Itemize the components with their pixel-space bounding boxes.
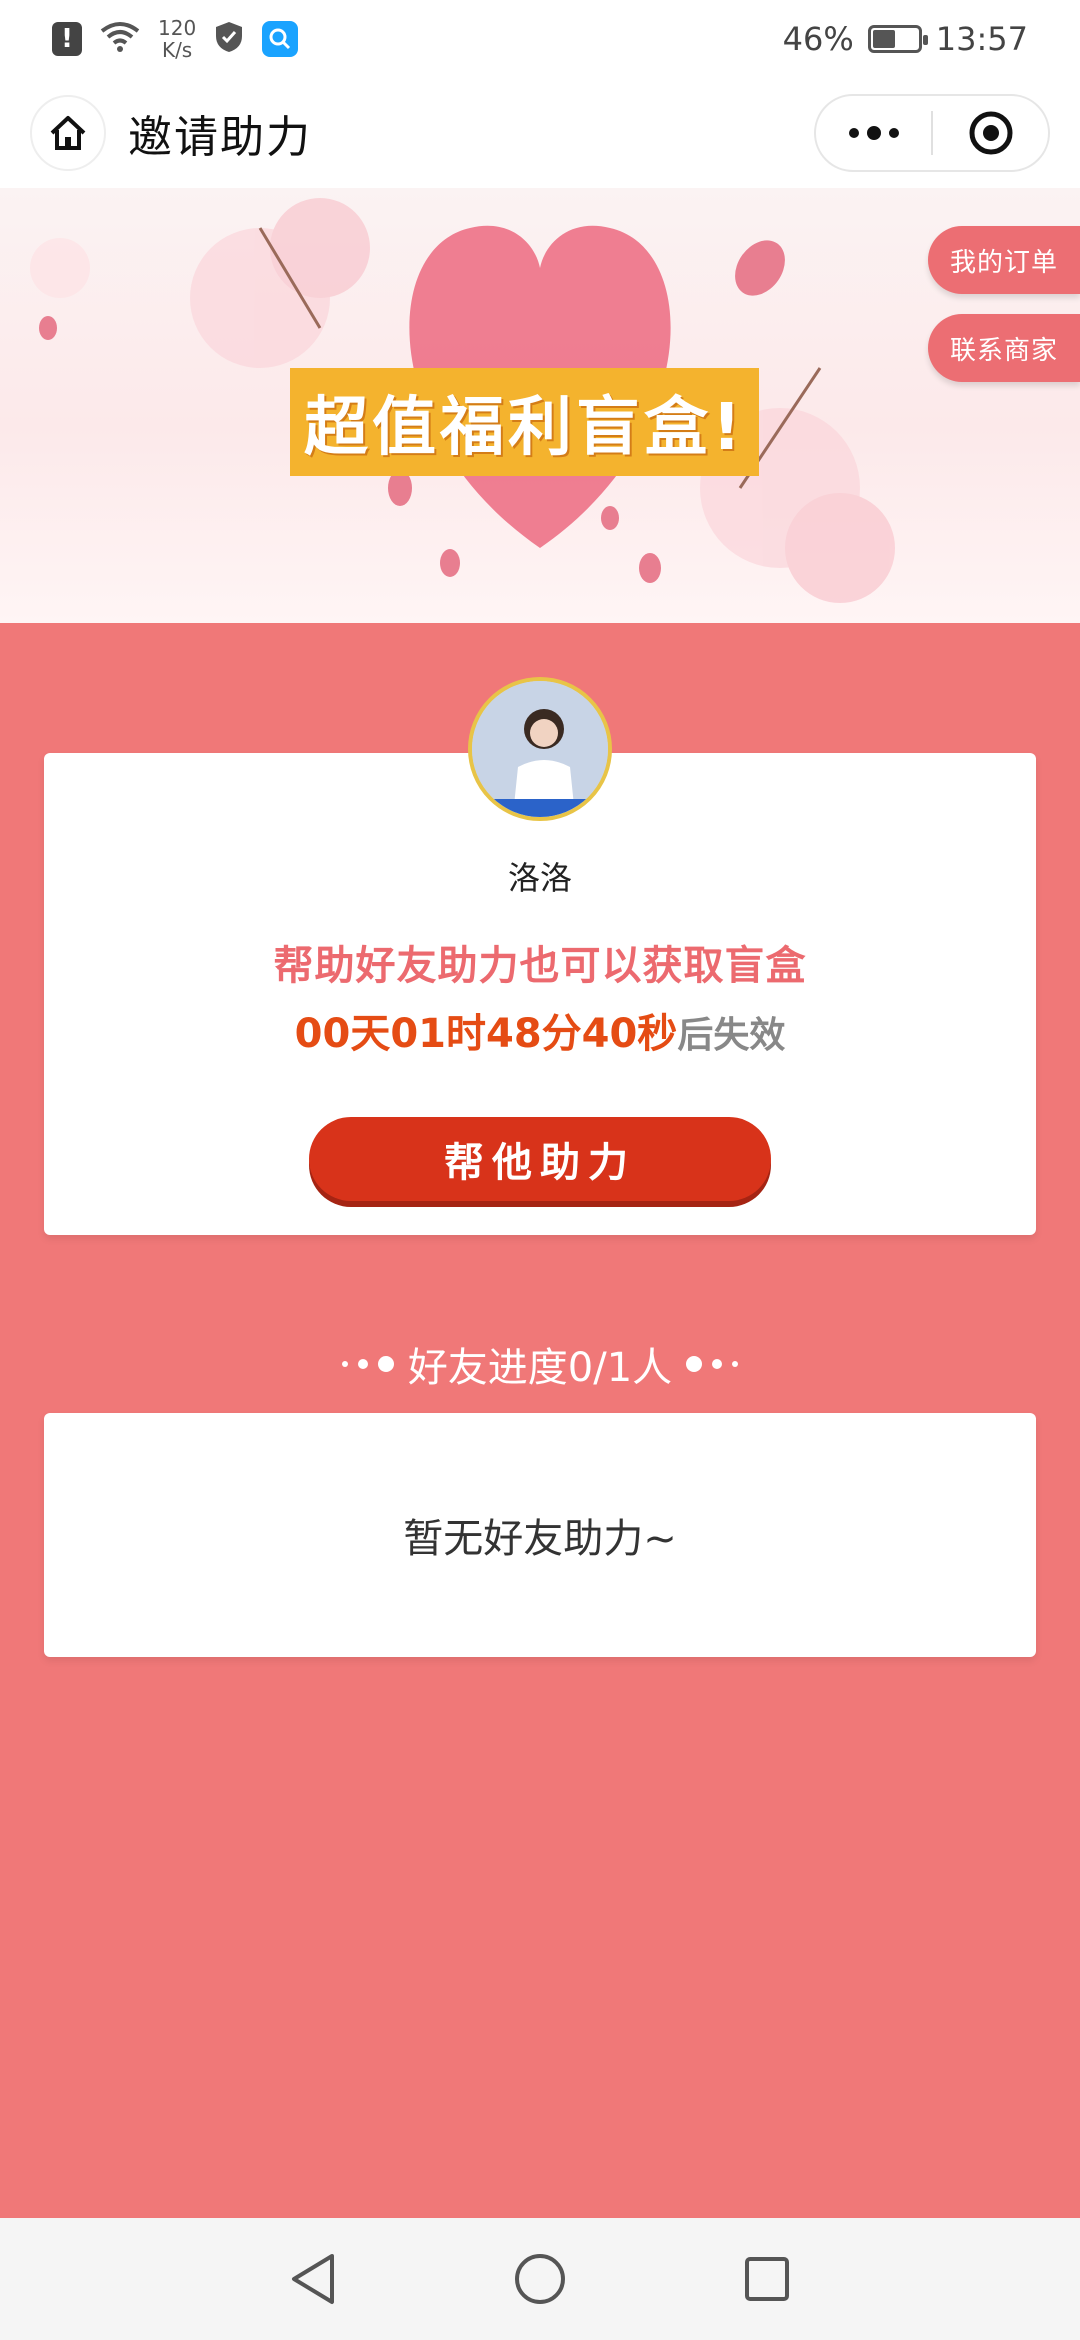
mini-program-capsule bbox=[814, 94, 1050, 172]
search-app-icon bbox=[262, 21, 299, 57]
countdown-timer: 00天01时48分40秒后失效 bbox=[44, 1001, 1036, 1059]
nav-bar: 邀请助力 bbox=[0, 78, 1080, 188]
status-bar: ! 120 K/s 46% 13:57 bbox=[0, 0, 1080, 78]
alert-icon: ! bbox=[52, 22, 82, 56]
recents-square-icon bbox=[744, 2257, 789, 2301]
help-button[interactable]: 帮他助力 bbox=[309, 1117, 771, 1201]
friend-progress-title: 好友进度0/1人 bbox=[407, 1345, 673, 1391]
close-button[interactable] bbox=[933, 96, 1048, 170]
home-nav-button[interactable] bbox=[500, 2239, 580, 2319]
back-triangle-icon bbox=[292, 2254, 335, 2304]
more-dots-icon bbox=[848, 126, 899, 140]
friend-progress-header: 好友进度0/1人 bbox=[0, 1335, 1080, 1393]
inviter-nickname: 洛洛 bbox=[507, 859, 572, 897]
back-button[interactable] bbox=[273, 2239, 353, 2319]
countdown-value: 00天01时48分40秒 bbox=[294, 1011, 678, 1057]
friends-list-card: 暂无好友助力~ bbox=[44, 1413, 1036, 1657]
battery-percent: 46% bbox=[782, 20, 854, 58]
home-icon bbox=[50, 116, 86, 150]
target-close-icon bbox=[969, 111, 1012, 155]
wifi-icon bbox=[100, 21, 140, 57]
invite-card: 洛洛 帮助好友助力也可以获取盲盒 00天01时48分40秒后失效 帮他助力 bbox=[44, 753, 1036, 1235]
network-speed: 120 K/s bbox=[158, 17, 196, 61]
more-button[interactable] bbox=[816, 96, 931, 170]
network-speed-unit: K/s bbox=[161, 38, 193, 62]
contact-merchant-tab[interactable]: 联系商家 bbox=[928, 314, 1080, 382]
avatar bbox=[468, 677, 612, 821]
network-speed-value: 120 bbox=[158, 16, 197, 40]
banner: 超值福利盲盒! 我的订单 联系商家 bbox=[0, 188, 1080, 623]
shield-icon bbox=[214, 20, 244, 58]
right-dots-decoration bbox=[686, 1356, 739, 1372]
battery-icon bbox=[867, 25, 928, 53]
page-title: 邀请助力 bbox=[128, 112, 312, 163]
promo-text: 帮助好友助力也可以获取盲盒 bbox=[273, 943, 807, 989]
empty-friends-text: 暂无好友助力~ bbox=[403, 1516, 677, 1562]
my-orders-tab[interactable]: 我的订单 bbox=[928, 226, 1080, 294]
clock: 13:57 bbox=[935, 20, 1028, 58]
home-circle-icon bbox=[514, 2254, 565, 2304]
recents-button[interactable] bbox=[727, 2239, 807, 2319]
home-button[interactable] bbox=[30, 95, 106, 171]
system-nav-bar bbox=[0, 2218, 1080, 2340]
left-dots-decoration bbox=[341, 1356, 394, 1372]
countdown-suffix: 后失效 bbox=[677, 1015, 786, 1056]
banner-title: 超值福利盲盒! bbox=[290, 368, 760, 476]
